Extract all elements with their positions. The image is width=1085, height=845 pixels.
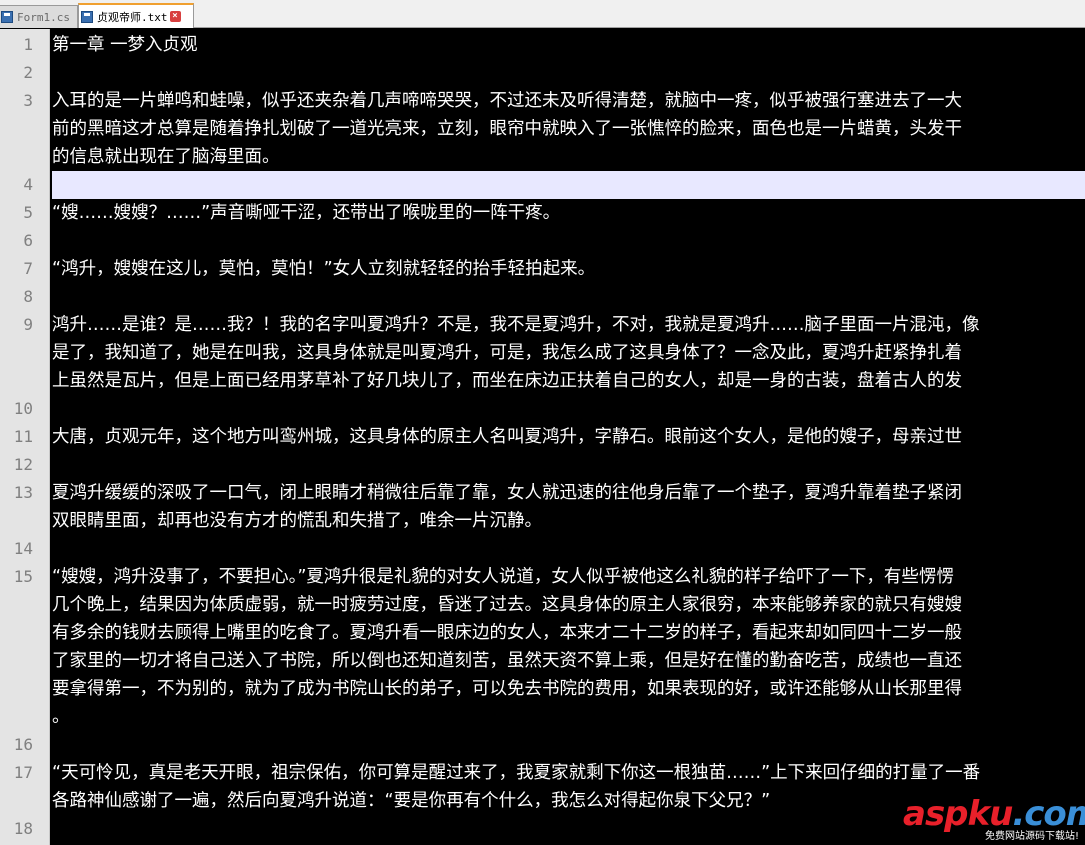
text-line: 几个晚上，结果因为体质虚弱，就一时疲劳过度，昏迷了过去。这具身体的原主人家很穷，…	[52, 595, 962, 615]
tab-txt-file[interactable]: 贞观帝师.txt ×	[78, 3, 194, 28]
line-number: 9	[23, 315, 33, 334]
text-line: 入耳的是一片蝉鸣和蛙噪，似乎还夹杂着几声啼啼哭哭，不过还未及听得清楚，就脑中一疼…	[52, 91, 962, 111]
text-line: 了家里的一切才将自己送入了书院，所以倒也还知道刻苦，虽然天资不算上乘，但是好在懂…	[52, 651, 962, 671]
text-line: 上虽然是瓦片，但是上面已经用茅草补了好几块儿了，而坐在床边正扶着自己的女人，却是…	[52, 371, 962, 391]
text-line: 夏鸿升缓缓的深吸了一口气，闭上眼睛才稍微往后靠了靠，女人就迅速的往他身后靠了一个…	[52, 483, 962, 503]
tab-form1[interactable]: Form1.cs	[0, 5, 78, 28]
line-number: 5	[23, 203, 33, 222]
text-line: 是了，我知道了，她是在叫我，这具身体就是叫夏鸿升，可是，我怎么成了这具身体了？一…	[52, 343, 962, 363]
line-number: 17	[13, 763, 33, 782]
tab-bar: Form1.cs 贞观帝师.txt ×	[0, 0, 1085, 28]
text-line: “天可怜见，真是老天开眼，祖宗保佑，你可算是醒过来了，我夏家就剩下你这一根独苗……	[52, 763, 981, 783]
line-number: 1	[23, 35, 33, 54]
text-line: 前的黑暗这才总算是随着挣扎划破了一道光亮来，立刻，眼帘中就映入了一张憔悴的脸来，…	[52, 119, 962, 139]
text-line	[52, 59, 1085, 87]
text-line: 大唐，贞观元年，这个地方叫鸾州城，这具身体的原主人名叫夏鸿升，字静石。眼前这个女…	[52, 427, 962, 447]
text-line: 的信息就出现在了脑海里面。	[52, 147, 280, 167]
line-number: 7	[23, 259, 33, 278]
floppy-icon	[1, 11, 13, 23]
line-number: 11	[13, 427, 33, 446]
text-line	[52, 731, 1085, 759]
text-line: “嫂嫂，鸿升没事了，不要担心。”夏鸿升很是礼貌的对女人说道，女人似乎被他这么礼貌…	[52, 567, 954, 587]
text-line: “鸿升，嫂嫂在这儿，莫怕，莫怕！”女人立刻就轻轻的抬手轻拍起来。	[52, 259, 596, 279]
line-number: 16	[13, 735, 33, 754]
text-editor[interactable]: 1 2 3 4 5 6 7 8 9 10 11 12 13 14 15 16 17 18 第一章 一梦入贞观 入耳的…	[0, 29, 1085, 845]
line-number: 12	[13, 455, 33, 474]
text-line: 。	[52, 707, 70, 727]
line-number-gutter: 1 2 3 4 5 6 7 8 9 10 11 12 13 14 15 16 17 18	[0, 29, 50, 845]
text-line: 双眼睛里面，却再也没有方才的慌乱和失措了，唯余一片沉静。	[52, 511, 542, 531]
text-line	[52, 535, 1085, 563]
line-number: 14	[13, 539, 33, 558]
line-number: 8	[23, 287, 33, 306]
text-line: 各路神仙感谢了一遍，然后向夏鸿升说道：“要是你再有个什么，我怎么对得起你泉下父兄…	[52, 791, 771, 811]
line-number: 3	[23, 91, 33, 110]
close-icon[interactable]: ×	[169, 11, 181, 22]
line-number: 6	[23, 231, 33, 250]
text-line: 第一章 一梦入贞观	[52, 35, 198, 55]
text-line: 有多余的钱财去顾得上嘴里的吃食了。夏鸿升看一眼床边的女人，本来才二十二岁的样子，…	[52, 623, 962, 643]
line-number: 15	[13, 567, 33, 586]
line-number: 10	[13, 399, 33, 418]
text-line	[52, 171, 1085, 199]
tab-label: 贞观帝师.txt	[97, 10, 168, 24]
text-line: 要拿得第一，不为别的，就为了成为书院山长的弟子，可以免去书院的费用，如果表现的好…	[52, 679, 962, 699]
text-line	[52, 227, 1085, 255]
line-number: 4	[23, 175, 33, 194]
floppy-icon	[81, 10, 93, 23]
text-line	[52, 451, 1085, 479]
text-line	[52, 395, 1085, 423]
text-line	[52, 815, 1085, 843]
tab-label: Form1.cs	[17, 10, 70, 24]
line-number: 18	[13, 819, 33, 838]
line-number: 2	[23, 63, 33, 82]
line-number: 13	[13, 483, 33, 502]
text-line: “嫂……嫂嫂？……”声音嘶哑干涩，还带出了喉咙里的一阵干疼。	[52, 203, 561, 223]
text-line: 鸿升……是谁？是……我？！我的名字叫夏鸿升？不是，我不是夏鸿升，不对，我就是夏鸿…	[52, 315, 980, 335]
text-area[interactable]: 第一章 一梦入贞观入耳的是一片蝉鸣和蛙噪，似乎还夹杂着几声啼啼哭哭，不过还未及听…	[52, 29, 1085, 845]
text-line	[52, 283, 1085, 311]
